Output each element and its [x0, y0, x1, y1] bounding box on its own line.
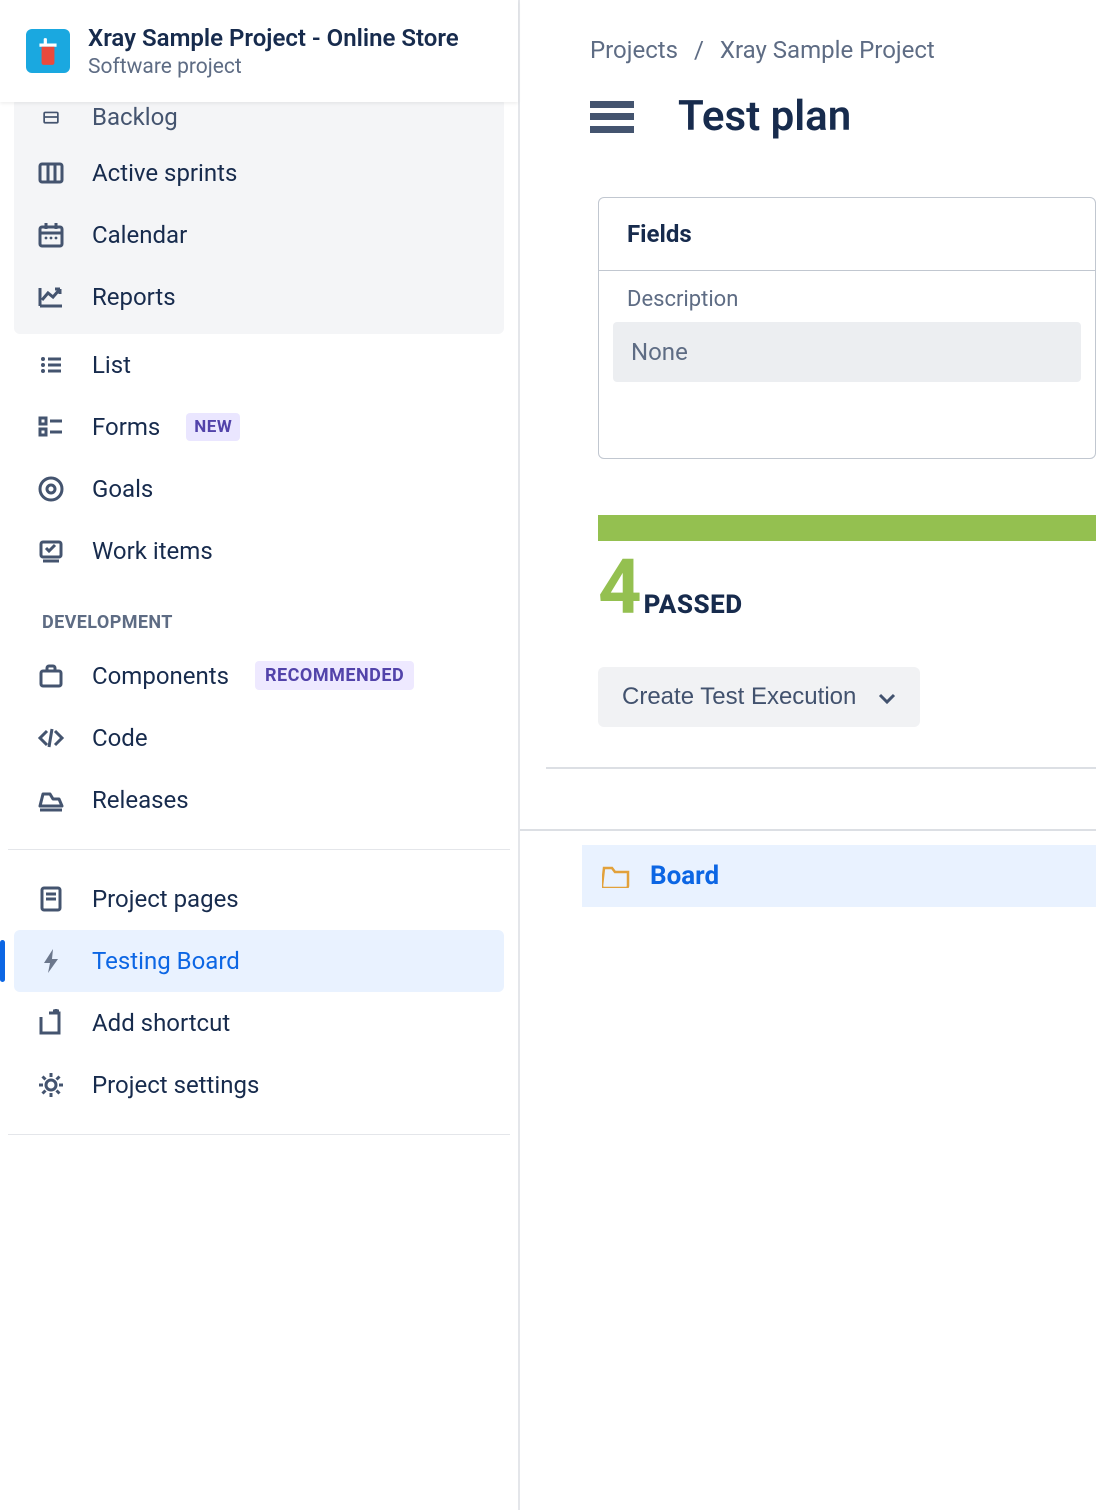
passed-stat: 4 PASSED: [520, 541, 1096, 625]
sidebar-item-label: Add shortcut: [92, 1009, 230, 1037]
fields-header: Fields: [599, 198, 1095, 271]
sidebar-item-label: Goals: [92, 475, 153, 503]
project-type: Software project: [88, 55, 459, 79]
pages-icon: [36, 884, 66, 914]
sidebar-item-goals[interactable]: Goals: [14, 458, 504, 520]
sidebar-item-project-settings[interactable]: Project settings: [14, 1054, 504, 1116]
board-label: Board: [650, 861, 719, 891]
passed-count: 4: [598, 549, 642, 625]
page-title: Test plan: [678, 92, 851, 141]
releases-icon: [36, 785, 66, 815]
board-icon: [36, 158, 66, 188]
divider: [520, 829, 1096, 831]
sidebar-item-label: Project settings: [92, 1071, 259, 1099]
project-title: Xray Sample Project - Online Store: [88, 24, 459, 53]
sidebar-item-forms[interactable]: Forms NEW: [14, 396, 504, 458]
passed-label: PASSED: [644, 590, 743, 620]
button-label: Create Test Execution: [622, 683, 856, 711]
menu-icon[interactable]: [590, 101, 634, 133]
dev-section-header: DEVELOPMENT: [14, 582, 504, 645]
sidebar-item-work-items[interactable]: Work items: [14, 520, 504, 582]
project-header: Xray Sample Project - Online Store Softw…: [0, 0, 518, 102]
sidebar-item-label: Work items: [92, 537, 213, 565]
sidebar-item-label: Testing Board: [92, 947, 240, 975]
sidebar-item-label: Calendar: [92, 221, 187, 249]
sidebar-item-label: Forms: [92, 413, 160, 441]
sidebar-item-label: Project pages: [92, 885, 239, 913]
sidebar-item-label: Releases: [92, 786, 189, 814]
field-description-value[interactable]: None: [613, 322, 1081, 382]
breadcrumb-sep: /: [694, 36, 704, 64]
sidebar-item-add-shortcut[interactable]: Add shortcut: [14, 992, 504, 1054]
work-items-icon: [36, 536, 66, 566]
recommended-badge: RECOMMENDED: [255, 661, 414, 690]
project-avatar: [26, 29, 70, 73]
board-item[interactable]: Board: [582, 845, 1096, 907]
folder-icon: [602, 864, 630, 888]
new-badge: NEW: [186, 413, 240, 441]
sidebar-item-calendar[interactable]: Calendar: [14, 204, 504, 266]
sidebar-item-code[interactable]: Code: [14, 707, 504, 769]
goals-icon: [36, 474, 66, 504]
sidebar-item-project-pages[interactable]: Project pages: [14, 868, 504, 930]
sidebar-item-label: List: [92, 351, 131, 379]
sidebar-item-active-sprints[interactable]: Active sprints: [14, 142, 504, 204]
sidebar-item-label: Backlog: [92, 103, 178, 131]
list-icon: [36, 350, 66, 380]
create-test-execution-button[interactable]: Create Test Execution: [598, 667, 920, 727]
breadcrumb-project[interactable]: Xray Sample Project: [720, 36, 935, 64]
sidebar-item-backlog[interactable]: Backlog: [14, 102, 504, 142]
main-content: Projects / Xray Sample Project Test plan…: [520, 0, 1096, 1510]
status-bar: [598, 515, 1096, 541]
divider: [8, 1134, 510, 1135]
breadcrumb-projects[interactable]: Projects: [590, 36, 678, 64]
sidebar-item-testing-board[interactable]: Testing Board: [14, 930, 504, 992]
sidebar: Xray Sample Project - Online Store Softw…: [0, 0, 520, 1510]
chevron-down-icon: [878, 683, 896, 711]
components-icon: [36, 661, 66, 691]
sidebar-item-reports[interactable]: Reports: [14, 266, 504, 328]
sidebar-nav: Backlog Active sprints Calendar Reports …: [0, 102, 518, 1510]
reports-icon: [36, 282, 66, 312]
divider: [8, 849, 510, 850]
calendar-icon: [36, 220, 66, 250]
backlog-icon: [36, 102, 66, 132]
gear-icon: [36, 1070, 66, 1100]
sidebar-item-label: Components: [92, 662, 229, 690]
breadcrumb: Projects / Xray Sample Project: [520, 0, 1096, 72]
sidebar-item-label: Reports: [92, 283, 176, 311]
sidebar-item-releases[interactable]: Releases: [14, 769, 504, 831]
forms-icon: [36, 412, 66, 442]
lightning-icon: [36, 946, 66, 976]
field-description-label: Description: [599, 271, 1095, 322]
sidebar-item-list[interactable]: List: [14, 334, 504, 396]
add-shortcut-icon: [36, 1008, 66, 1038]
sidebar-item-label: Code: [92, 724, 148, 752]
fields-card: Fields Description None: [598, 197, 1096, 459]
divider: [546, 767, 1096, 769]
code-icon: [36, 723, 66, 753]
sidebar-item-label: Active sprints: [92, 159, 237, 187]
sidebar-item-components[interactable]: Components RECOMMENDED: [14, 645, 504, 707]
